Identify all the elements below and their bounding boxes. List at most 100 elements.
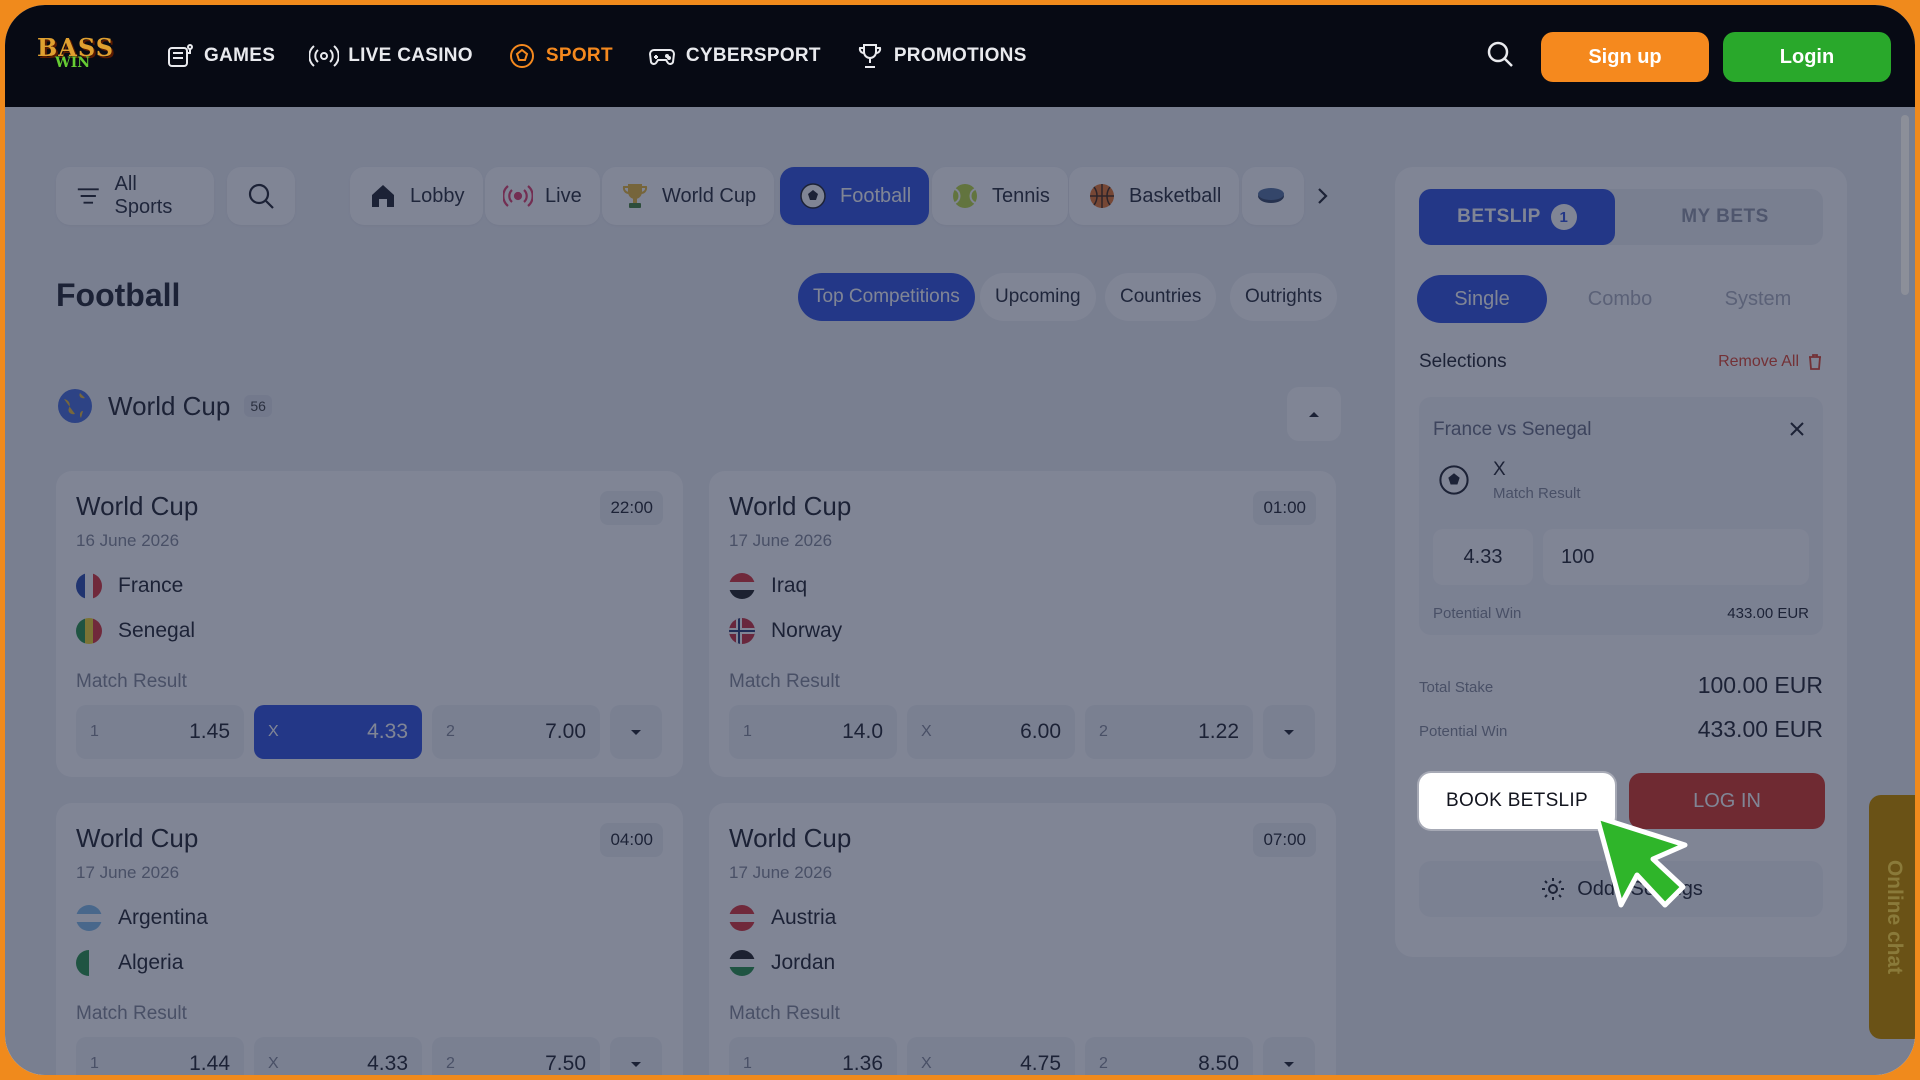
- odd-button-home[interactable]: 1 1.45: [76, 705, 244, 759]
- page-title: Football: [56, 277, 181, 313]
- match-time: 01:00: [1253, 491, 1316, 525]
- total-stake-value: 100.00 EUR: [1697, 672, 1823, 698]
- main-nav: GAMES LIVE CASINO SPORT CYBERSPORT PROMO…: [165, 5, 1027, 107]
- match-time: 04:00: [600, 823, 663, 857]
- competition-header[interactable]: World Cup 56: [56, 387, 272, 425]
- sports-search-button[interactable]: [227, 167, 295, 225]
- nav-cybersport[interactable]: CYBERSPORT: [647, 41, 821, 71]
- match-card[interactable]: World Cup 17 June 2026 01:00 Iraq Norway…: [709, 471, 1336, 777]
- remove-all-label: Remove All: [1718, 353, 1799, 370]
- odd-button-home[interactable]: 1 14.0: [729, 705, 897, 759]
- away-team: Senegal: [76, 618, 195, 644]
- odd-value: 14.0: [842, 720, 883, 743]
- odd-value: 7.50: [545, 1052, 586, 1075]
- nav-live-casino[interactable]: LIVE CASINO: [309, 41, 473, 71]
- bass-win-logo[interactable]: BASS WIN: [33, 31, 113, 77]
- competition-name: World Cup: [108, 390, 231, 421]
- caret-down-icon: [631, 1062, 641, 1067]
- match-competition: World Cup: [729, 823, 852, 853]
- sport-chip-lobby[interactable]: Lobby: [350, 167, 483, 225]
- filter-upcoming[interactable]: Upcoming: [980, 273, 1096, 321]
- sport-chip-live[interactable]: Live: [485, 167, 600, 225]
- nav-games[interactable]: GAMES: [165, 41, 275, 71]
- odd-value: 1.45: [189, 720, 230, 743]
- soccer-ball-icon: [509, 44, 534, 68]
- match-date: 17 June 2026: [729, 531, 833, 550]
- odd-value: 8.50: [1198, 1052, 1239, 1075]
- sport-page: All Sports Lobby Live World Cup Football…: [5, 107, 1915, 1075]
- odd-label: X: [921, 1055, 932, 1072]
- odd-button-draw[interactable]: X 4.75: [907, 1037, 1075, 1075]
- globe-icon: [58, 389, 92, 423]
- algeria-flag-icon: [76, 950, 102, 976]
- sport-chip-more[interactable]: [1242, 167, 1304, 225]
- sport-chip-tennis[interactable]: Tennis: [932, 167, 1068, 225]
- nav-label: GAMES: [204, 45, 276, 66]
- iraq-flag-icon: [729, 573, 755, 599]
- sport-chip-basketball[interactable]: Basketball: [1069, 167, 1240, 225]
- odd-button-away[interactable]: 2 7.50: [432, 1037, 600, 1075]
- odd-button-home[interactable]: 1 1.44: [76, 1037, 244, 1075]
- collapse-button[interactable]: [1287, 387, 1341, 441]
- home-team: France: [76, 573, 183, 599]
- all-sports-button[interactable]: All Sports: [56, 167, 214, 225]
- odds-row: 1 1.45 X 4.33 2 7.00: [76, 705, 664, 759]
- team-name: Senegal: [118, 619, 196, 642]
- signup-button[interactable]: Sign up: [1541, 32, 1709, 82]
- nav-sport[interactable]: SPORT: [507, 41, 613, 71]
- more-markets-button[interactable]: [1263, 1037, 1315, 1075]
- remove-all-button[interactable]: Remove All: [1718, 353, 1823, 371]
- odd-label: X: [268, 723, 279, 740]
- match-card[interactable]: World Cup 17 June 2026 04:00 Argentina A…: [56, 803, 683, 1075]
- argentina-flag-icon: [76, 905, 102, 931]
- odd-button-draw[interactable]: X 6.00: [907, 705, 1075, 759]
- betslip-tabs: BETSLIP 1 MY BETS: [1419, 189, 1823, 245]
- filter-countries[interactable]: Countries: [1105, 273, 1217, 321]
- odd-button-away[interactable]: 2 8.50: [1085, 1037, 1253, 1075]
- filter-top-competitions[interactable]: Top Competitions: [798, 273, 975, 321]
- mode-combo[interactable]: Combo: [1555, 275, 1685, 323]
- match-card[interactable]: World Cup 17 June 2026 07:00 Austria Jor…: [709, 803, 1336, 1075]
- book-betslip-button[interactable]: BOOK BETSLIP: [1419, 773, 1615, 829]
- filter-outrights[interactable]: Outrights: [1230, 273, 1338, 321]
- austria-flag-icon: [729, 905, 755, 931]
- login-button[interactable]: Login: [1723, 32, 1891, 82]
- menu-icon: [77, 188, 99, 204]
- online-chat-tab[interactable]: Online chat: [1869, 795, 1915, 1039]
- soccer-ball-icon: [1439, 465, 1469, 495]
- close-icon[interactable]: [1787, 419, 1807, 439]
- odd-label: X: [921, 723, 932, 740]
- odds-row: 1 1.44 X 4.33 2 7.50: [76, 1037, 664, 1075]
- search-icon[interactable]: [1485, 39, 1515, 69]
- more-markets-button[interactable]: [610, 705, 662, 759]
- live-broadcast-icon: [503, 185, 533, 207]
- stake-input[interactable]: [1543, 529, 1809, 585]
- odd-button-draw[interactable]: X 4.33: [254, 705, 422, 759]
- odd-button-away[interactable]: 2 1.22: [1085, 705, 1253, 759]
- chip-label: Lobby: [410, 184, 465, 207]
- logo-subtext: WIN: [55, 55, 91, 71]
- page-scrollbar[interactable]: [1901, 115, 1909, 295]
- nav-promotions[interactable]: PROMOTIONS: [855, 41, 1027, 71]
- mode-single[interactable]: Single: [1417, 275, 1547, 323]
- team-name: Norway: [771, 619, 843, 642]
- odd-label: X: [268, 1055, 279, 1072]
- sport-chip-football[interactable]: Football: [780, 167, 930, 225]
- team-name: Argentina: [118, 906, 208, 929]
- hockey-puck-icon: [1258, 188, 1284, 203]
- tab-label: MY BETS: [1681, 206, 1769, 227]
- mode-system[interactable]: System: [1693, 275, 1823, 323]
- more-markets-button[interactable]: [1263, 705, 1315, 759]
- odd-label: 2: [446, 723, 455, 740]
- match-card[interactable]: World Cup 16 June 2026 22:00 France Sene…: [56, 471, 683, 777]
- chevron-right-icon[interactable]: [1310, 184, 1334, 208]
- odd-button-draw[interactable]: X 4.33: [254, 1037, 422, 1075]
- sport-chip-world-cup[interactable]: World Cup: [602, 167, 775, 225]
- tab-my-bets[interactable]: MY BETS: [1627, 189, 1823, 245]
- chip-label: Basketball: [1129, 184, 1222, 207]
- odd-button-away[interactable]: 2 7.00: [432, 705, 600, 759]
- tab-betslip[interactable]: BETSLIP 1: [1419, 189, 1615, 245]
- odd-label: 2: [1099, 1055, 1108, 1072]
- odd-button-home[interactable]: 1 1.36: [729, 1037, 897, 1075]
- more-markets-button[interactable]: [610, 1037, 662, 1075]
